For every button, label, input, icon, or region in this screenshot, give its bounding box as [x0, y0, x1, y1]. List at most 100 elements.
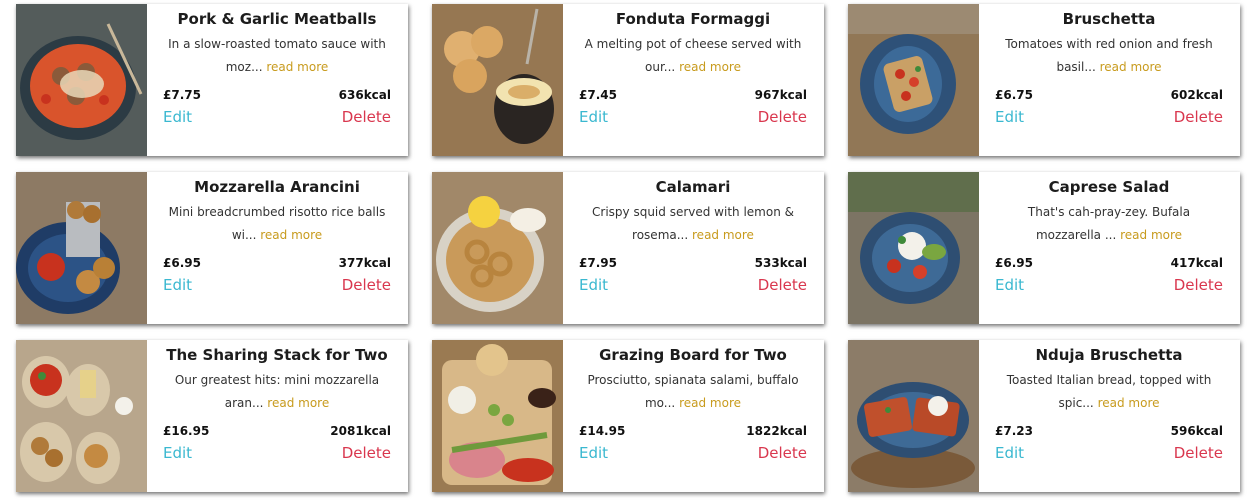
dish-description: In a slow-roasted tomato sauce with moz.… [163, 33, 391, 79]
card-info: The Sharing Stack for Two Our greatest h… [147, 340, 408, 492]
menu-card-fonduta-formaggi: Fonduta Formaggi A melting pot of cheese… [432, 4, 824, 156]
edit-button[interactable]: Edit [995, 108, 1024, 126]
dish-price: £7.95 [579, 256, 617, 270]
dish-price: £14.95 [579, 424, 626, 438]
card-info: Mozzarella Arancini Mini breadcrumbed ri… [147, 172, 408, 324]
read-more-link[interactable]: read more [260, 228, 322, 242]
dish-description: Prosciutto, spianata salami, buffalo mo.… [579, 369, 807, 415]
card-actions: Edit Delete [995, 276, 1223, 294]
dish-description: Toasted Italian bread, topped with spic.… [995, 369, 1223, 415]
dish-kcal: 967kcal [754, 88, 807, 102]
read-more-link[interactable]: read more [679, 60, 741, 74]
dish-kcal: 1822kcal [746, 424, 807, 438]
read-more-link[interactable]: read more [266, 60, 328, 74]
dish-description: Mini breadcrumbed risotto rice balls wi.… [163, 201, 391, 247]
dish-title: Grazing Board for Two [599, 346, 787, 364]
dish-description: Our greatest hits: mini mozzarella aran.… [163, 369, 391, 415]
dish-image [16, 340, 147, 492]
dish-image [16, 4, 147, 156]
dish-meta: £7.23 596kcal [995, 424, 1223, 438]
dish-meta: £14.95 1822kcal [579, 424, 807, 438]
edit-button[interactable]: Edit [163, 444, 192, 462]
dish-kcal: 602kcal [1170, 88, 1223, 102]
dish-meta: £6.95 417kcal [995, 256, 1223, 270]
dish-meta: £16.95 2081kcal [163, 424, 391, 438]
card-actions: Edit Delete [995, 108, 1223, 126]
dish-description: A melting pot of cheese served with our.… [579, 33, 807, 79]
card-actions: Edit Delete [579, 444, 807, 462]
dish-price: £6.95 [995, 256, 1033, 270]
dish-kcal: 636kcal [338, 88, 391, 102]
delete-button[interactable]: Delete [758, 444, 807, 462]
delete-button[interactable]: Delete [1174, 108, 1223, 126]
card-actions: Edit Delete [163, 444, 391, 462]
dish-description: That's cah-pray-zey. Bufala mozzarella .… [995, 201, 1223, 247]
card-actions: Edit Delete [579, 276, 807, 294]
dish-title: Mozzarella Arancini [194, 178, 360, 196]
dish-meta: £7.45 967kcal [579, 88, 807, 102]
dish-meta: £6.75 602kcal [995, 88, 1223, 102]
dish-image [848, 340, 979, 492]
dish-description: Tomatoes with red onion and fresh basil.… [995, 33, 1223, 79]
dish-image [432, 4, 563, 156]
edit-button[interactable]: Edit [579, 276, 608, 294]
card-info: Nduja Bruschetta Toasted Italian bread, … [979, 340, 1240, 492]
dish-title: Nduja Bruschetta [1035, 346, 1183, 364]
card-actions: Edit Delete [163, 276, 391, 294]
card-actions: Edit Delete [579, 108, 807, 126]
menu-grid: Pork & Garlic Meatballs In a slow-roaste… [16, 4, 1240, 492]
read-more-link[interactable]: read more [692, 228, 754, 242]
dish-image [432, 340, 563, 492]
edit-button[interactable]: Edit [163, 276, 192, 294]
card-info: Pork & Garlic Meatballs In a slow-roaste… [147, 4, 408, 156]
dish-image [848, 4, 979, 156]
delete-button[interactable]: Delete [758, 276, 807, 294]
dish-description: Crispy squid served with lemon & rosema.… [579, 201, 807, 247]
card-info: Fonduta Formaggi A melting pot of cheese… [563, 4, 824, 156]
dish-meta: £7.75 636kcal [163, 88, 391, 102]
dish-price: £6.75 [995, 88, 1033, 102]
menu-card-sharing-stack: The Sharing Stack for Two Our greatest h… [16, 340, 408, 492]
menu-card-pork-garlic-meatballs: Pork & Garlic Meatballs In a slow-roaste… [16, 4, 408, 156]
dish-image [848, 172, 979, 324]
dish-meta: £7.95 533kcal [579, 256, 807, 270]
edit-button[interactable]: Edit [995, 276, 1024, 294]
edit-button[interactable]: Edit [579, 444, 608, 462]
menu-card-grazing-board: Grazing Board for Two Prosciutto, spiana… [432, 340, 824, 492]
edit-button[interactable]: Edit [995, 444, 1024, 462]
card-info: Grazing Board for Two Prosciutto, spiana… [563, 340, 824, 492]
dish-price: £6.95 [163, 256, 201, 270]
dish-kcal: 377kcal [338, 256, 391, 270]
dish-price: £16.95 [163, 424, 210, 438]
dish-meta: £6.95 377kcal [163, 256, 391, 270]
delete-button[interactable]: Delete [342, 108, 391, 126]
edit-button[interactable]: Edit [579, 108, 608, 126]
dish-title: Caprese Salad [1048, 178, 1170, 196]
delete-button[interactable]: Delete [1174, 444, 1223, 462]
dish-kcal: 417kcal [1170, 256, 1223, 270]
read-more-link[interactable]: read more [679, 396, 741, 410]
delete-button[interactable]: Delete [1174, 276, 1223, 294]
dish-image [432, 172, 563, 324]
dish-price: £7.45 [579, 88, 617, 102]
read-more-link[interactable]: read more [267, 396, 329, 410]
read-more-link[interactable]: read more [1100, 60, 1162, 74]
delete-button[interactable]: Delete [342, 276, 391, 294]
read-more-link[interactable]: read more [1098, 396, 1160, 410]
dish-title: Fonduta Formaggi [615, 10, 771, 28]
dish-kcal: 533kcal [754, 256, 807, 270]
delete-button[interactable]: Delete [758, 108, 807, 126]
dish-kcal: 2081kcal [330, 424, 391, 438]
menu-card-mozzarella-arancini: Mozzarella Arancini Mini breadcrumbed ri… [16, 172, 408, 324]
card-actions: Edit Delete [995, 444, 1223, 462]
delete-button[interactable]: Delete [342, 444, 391, 462]
dish-title: Calamari [655, 178, 731, 196]
dish-price: £7.75 [163, 88, 201, 102]
menu-card-nduja-bruschetta: Nduja Bruschetta Toasted Italian bread, … [848, 340, 1240, 492]
dish-title: Bruschetta [1062, 10, 1156, 28]
read-more-link[interactable]: read more [1120, 228, 1182, 242]
dish-image [16, 172, 147, 324]
menu-card-bruschetta: Bruschetta Tomatoes with red onion and f… [848, 4, 1240, 156]
card-info: Bruschetta Tomatoes with red onion and f… [979, 4, 1240, 156]
edit-button[interactable]: Edit [163, 108, 192, 126]
